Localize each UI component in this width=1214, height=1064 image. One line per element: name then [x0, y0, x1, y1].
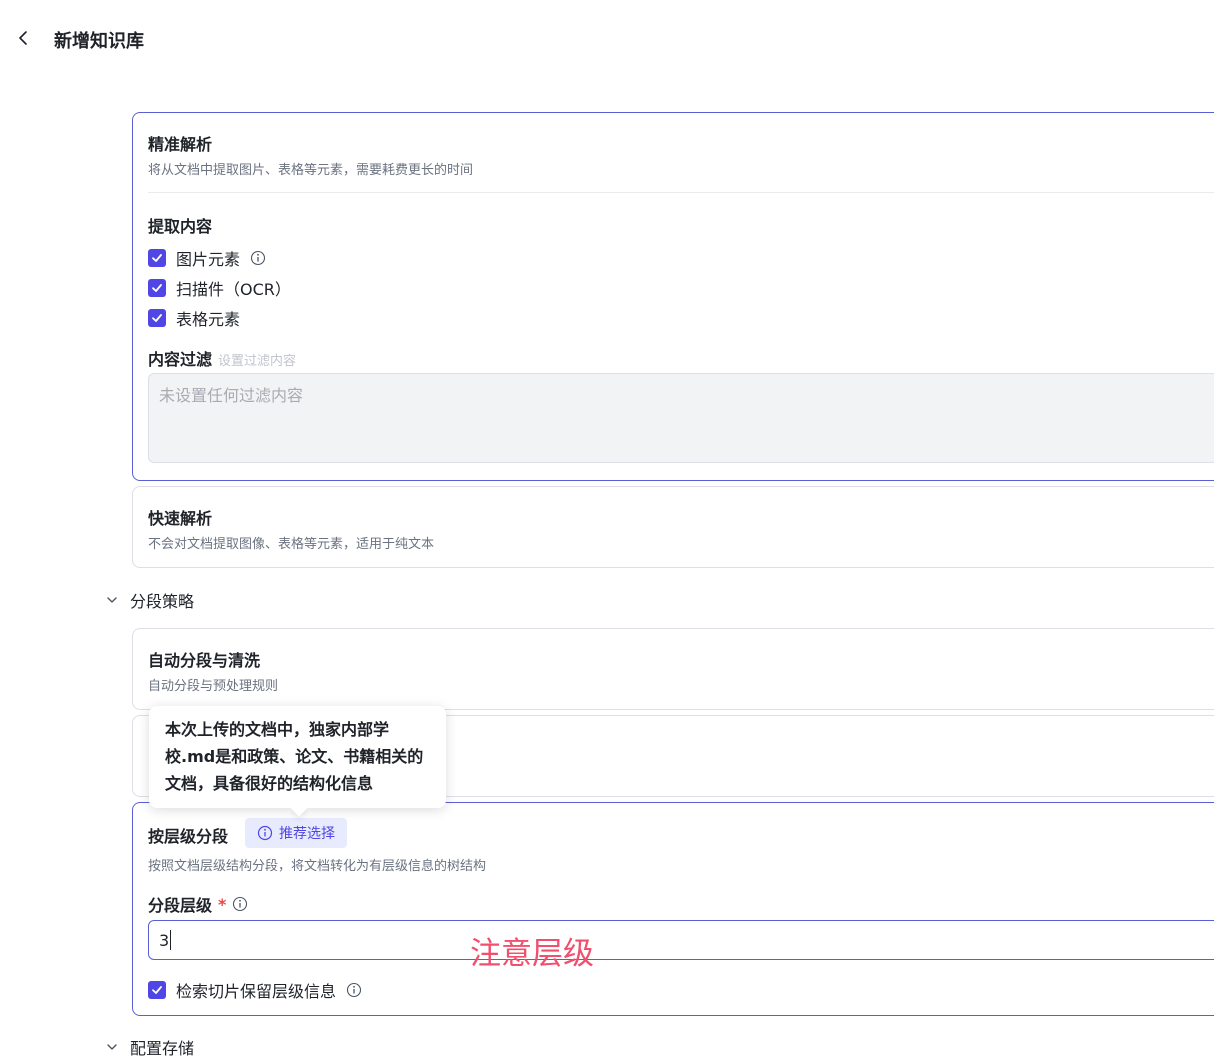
content-filter-placeholder: 未设置任何过滤内容 [159, 386, 304, 405]
divider [148, 192, 1214, 193]
keep-hierarchy-checkbox[interactable] [148, 981, 166, 999]
segment-level-title: 分段层级 [148, 896, 213, 915]
info-icon [257, 825, 273, 841]
auto-segment-title: 自动分段与清洗 [148, 651, 261, 670]
check-icon [152, 986, 162, 994]
recommended-badge-label: 推荐选择 [279, 826, 335, 842]
required-mark: * [218, 894, 227, 914]
annotation-text: 注意层级 [470, 936, 594, 972]
text-caret [170, 930, 172, 950]
back-button[interactable] [14, 28, 34, 48]
fast-parse-desc: 不会对文档提取图像、表格等元素，适用于纯文本 [148, 537, 435, 552]
fast-parse-title: 快速解析 [148, 509, 213, 528]
storage-section-toggle[interactable]: 配置存储 [104, 1035, 194, 1059]
content-filter-title: 内容过滤 [148, 350, 213, 369]
segment-level-label: 分段层级 * [148, 892, 248, 916]
option-table-elements[interactable]: 表格元素 [148, 306, 240, 330]
table-elements-label: 表格元素 [176, 310, 241, 329]
page-title: 新增知识库 [54, 31, 144, 52]
chevron-left-icon [19, 31, 27, 45]
precise-parse-title: 精准解析 [148, 135, 213, 154]
segmentation-section-toggle[interactable]: 分段策略 [104, 588, 194, 612]
segment-level-input[interactable]: 3 [148, 920, 1214, 960]
info-icon[interactable] [346, 982, 362, 998]
check-icon [152, 314, 162, 322]
chevron-down-icon [107, 597, 117, 603]
hierarchy-segment-title: 按层级分段 [148, 827, 229, 846]
auto-segment-card[interactable]: 自动分段与清洗 自动分段与预处理规则 [132, 628, 1214, 710]
info-icon[interactable] [232, 896, 248, 912]
check-icon [152, 284, 162, 292]
recommended-badge[interactable]: 推荐选择 [245, 818, 347, 848]
image-elements-label: 图片元素 [176, 250, 241, 269]
tooltip-text: 本次上传的文档中，独家内部学校.md是和政策、论文、书籍相关的文档，具备很好的结… [165, 720, 424, 793]
check-icon [152, 254, 162, 262]
option-keep-hierarchy-info[interactable]: 检索切片保留层级信息 [148, 978, 362, 1002]
chevron-down-icon [107, 1044, 117, 1050]
segmentation-section-label: 分段策略 [130, 592, 195, 611]
content-filter-label: 内容过滤 设置过滤内容 [148, 346, 296, 370]
scan-ocr-label: 扫描件（OCR） [176, 280, 291, 299]
precise-parse-desc: 将从文档中提取图片、表格等元素，需要耗费更长的时间 [148, 163, 474, 178]
extract-content-label: 提取内容 [148, 217, 213, 236]
option-scan-ocr[interactable]: 扫描件（OCR） [148, 276, 291, 300]
hierarchy-segment-desc: 按照文档层级结构分段，将文档转化为有层级信息的树结构 [148, 859, 487, 874]
option-image-elements[interactable]: 图片元素 [148, 246, 266, 270]
table-elements-checkbox[interactable] [148, 309, 166, 327]
info-icon[interactable] [250, 250, 266, 266]
content-filter-hint: 设置过滤内容 [218, 354, 297, 369]
precise-parse-card[interactable]: 精准解析 将从文档中提取图片、表格等元素，需要耗费更长的时间 提取内容 图片元素… [132, 112, 1214, 481]
scan-ocr-checkbox[interactable] [148, 279, 166, 297]
auto-segment-desc: 自动分段与预处理规则 [148, 679, 279, 694]
image-elements-checkbox[interactable] [148, 249, 166, 267]
hierarchy-segment-card[interactable]: 按层级分段 推荐选择 按照文档层级结构分段，将文档转化为有层级信息的树结构 分段… [132, 802, 1214, 1016]
keep-hierarchy-label: 检索切片保留层级信息 [176, 982, 337, 1001]
storage-section-label: 配置存储 [130, 1039, 195, 1058]
content-filter-textarea[interactable]: 未设置任何过滤内容 [148, 373, 1214, 463]
fast-parse-card[interactable]: 快速解析 不会对文档提取图像、表格等元素，适用于纯文本 [132, 486, 1214, 568]
recommendation-tooltip: 本次上传的文档中，独家内部学校.md是和政策、论文、书籍相关的文档，具备很好的结… [149, 706, 446, 817]
segment-level-value: 3 [159, 930, 170, 950]
